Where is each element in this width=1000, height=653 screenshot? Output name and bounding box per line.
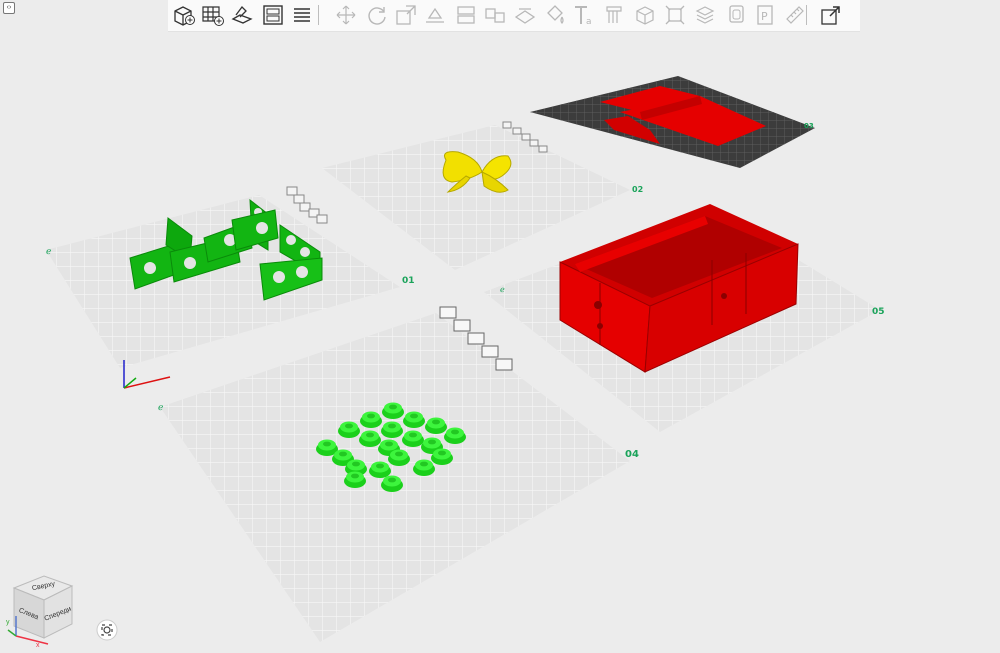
plate-02[interactable]: 02 bbox=[322, 121, 643, 270]
plate-03[interactable]: 03 bbox=[530, 76, 815, 168]
plate-label: 05 bbox=[872, 307, 885, 317]
viewport-3d[interactable]: 01 ℯ 02 03 04 ℯ 05 ℯ bbox=[0, 0, 1000, 653]
plate-label: 02 bbox=[632, 185, 643, 194]
camera-reset-icon[interactable] bbox=[96, 619, 118, 641]
axis-x-label: x bbox=[36, 642, 40, 648]
plate-corner-mark: ℯ bbox=[46, 246, 51, 256]
view-cube[interactable]: Сверху Спереди Слева y x bbox=[4, 572, 84, 648]
plate-corner-mark: ℯ bbox=[158, 402, 163, 412]
plate-label: 03 bbox=[804, 122, 814, 130]
plate-label: 01 bbox=[402, 276, 415, 286]
plate-corner-mark: ℯ bbox=[500, 285, 505, 294]
axis-y-label: y bbox=[6, 619, 10, 626]
plate-label: 04 bbox=[625, 449, 639, 460]
